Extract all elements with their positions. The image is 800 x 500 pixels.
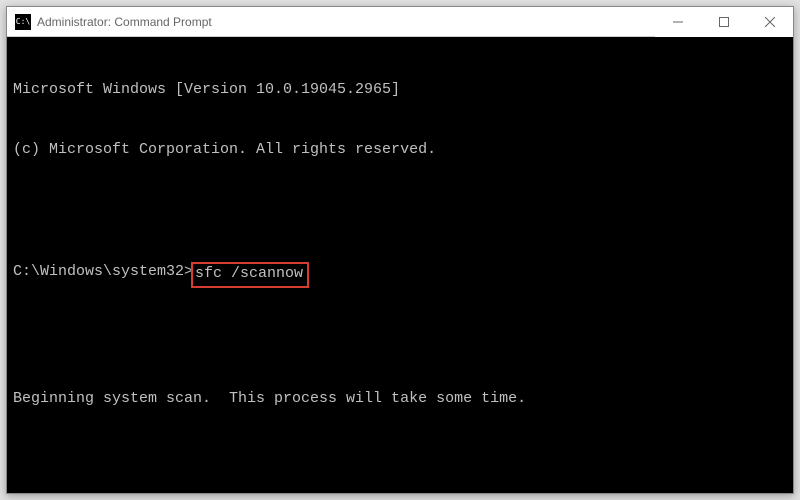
cmd-icon: C:\ xyxy=(15,14,31,30)
maximize-icon xyxy=(719,17,729,27)
window-controls xyxy=(655,7,793,36)
banner-version: Microsoft Windows [Version 10.0.19045.29… xyxy=(13,80,787,100)
command-highlight: sfc /scannow xyxy=(191,262,309,288)
prompt-line: C:\Windows\system32>sfc /scannow xyxy=(13,262,787,288)
output-line: Beginning system scan. This process will… xyxy=(13,389,787,409)
terminal-output[interactable]: Microsoft Windows [Version 10.0.19045.29… xyxy=(7,37,793,493)
close-button[interactable] xyxy=(747,7,793,37)
prompt: C:\Windows\system32> xyxy=(13,262,193,282)
close-icon xyxy=(765,17,775,27)
titlebar[interactable]: C:\ Administrator: Command Prompt xyxy=(7,7,793,37)
blank-line xyxy=(13,201,787,221)
command-text: sfc /scannow xyxy=(195,265,303,282)
maximize-button[interactable] xyxy=(701,7,747,37)
minimize-button[interactable] xyxy=(655,7,701,37)
blank-line xyxy=(13,450,787,470)
blank-line xyxy=(13,329,787,349)
minimize-icon xyxy=(673,17,683,27)
banner-copyright: (c) Microsoft Corporation. All rights re… xyxy=(13,140,787,160)
command-prompt-window: C:\ Administrator: Command Prompt Micros… xyxy=(6,6,794,494)
window-title: Administrator: Command Prompt xyxy=(37,15,655,29)
